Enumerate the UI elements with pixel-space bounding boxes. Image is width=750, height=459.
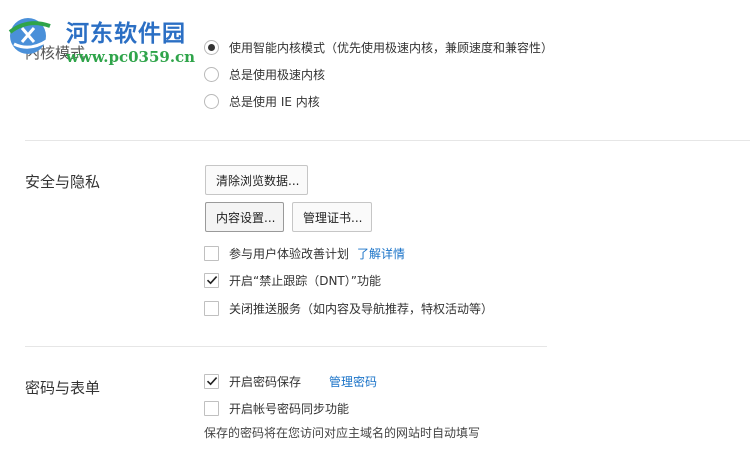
dnt-row[interactable]: 开启“禁止跟踪（DNT）”功能 — [204, 270, 381, 290]
divider-1 — [25, 140, 750, 141]
content-settings-button[interactable]: 内容设置... — [205, 202, 284, 232]
site-logo-icon — [8, 18, 51, 54]
dnt-checkbox[interactable] — [204, 272, 219, 288]
kernel-option-fast[interactable]: 总是使用极速内核 — [204, 64, 325, 84]
save-password-label: 开启密码保存 — [229, 374, 302, 389]
kernel-option-smart-label: 使用智能内核模式（优先使用极速内核，兼顾速度和兼容性） — [229, 40, 554, 55]
radio-fast[interactable] — [204, 66, 219, 82]
password-sync-checkbox[interactable] — [204, 400, 219, 416]
password-sync-row[interactable]: 开启帐号密码同步功能 — [204, 398, 349, 418]
manage-certificates-button[interactable]: 管理证书... — [292, 202, 372, 232]
kernel-option-smart[interactable]: 使用智能内核模式（优先使用极速内核，兼顾速度和兼容性） — [204, 37, 553, 57]
checkmark-icon — [206, 276, 217, 285]
dnt-label: 开启“禁止跟踪（DNT）”功能 — [229, 273, 381, 288]
divider-2 — [25, 346, 547, 347]
checkmark-icon — [206, 377, 217, 386]
ux-improvement-label: 参与用户体验改善计划 — [229, 246, 350, 261]
security-title: 安全与隐私 — [25, 173, 101, 191]
radio-ie[interactable] — [204, 93, 219, 109]
ux-improvement-row[interactable]: 参与用户体验改善计划 了解详情 — [204, 243, 405, 263]
kernel-option-ie-label: 总是使用 IE 内核 — [229, 94, 320, 109]
watermark: 河东软件园 www.pc0359.cn — [4, 8, 204, 66]
save-password-checkbox[interactable] — [204, 373, 219, 389]
save-password-row[interactable]: 开启密码保存 管理密码 — [204, 371, 377, 391]
push-service-row[interactable]: 关闭推送服务（如内容及导航推荐，特权活动等） — [204, 298, 493, 318]
manage-passwords-link[interactable]: 管理密码 — [329, 373, 377, 390]
push-service-label: 关闭推送服务（如内容及导航推荐，特权活动等） — [229, 301, 494, 316]
learn-more-link[interactable]: 了解详情 — [357, 245, 405, 262]
kernel-option-ie[interactable]: 总是使用 IE 内核 — [204, 91, 320, 111]
radio-smart[interactable] — [204, 39, 219, 55]
password-sync-label: 开启帐号密码同步功能 — [229, 401, 350, 416]
passwords-title: 密码与表单 — [25, 379, 101, 397]
watermark-title: 河东软件园 — [66, 20, 186, 47]
push-service-checkbox[interactable] — [204, 300, 219, 316]
kernel-option-fast-label: 总是使用极速内核 — [229, 67, 326, 82]
password-autofill-note: 保存的密码将在您访问对应主域名的网站时自动填写 — [204, 426, 481, 440]
clear-browsing-data-button[interactable]: 清除浏览数据... — [205, 165, 308, 195]
ux-improvement-checkbox[interactable] — [204, 245, 219, 261]
watermark-url: www.pc0359.cn — [66, 48, 196, 66]
